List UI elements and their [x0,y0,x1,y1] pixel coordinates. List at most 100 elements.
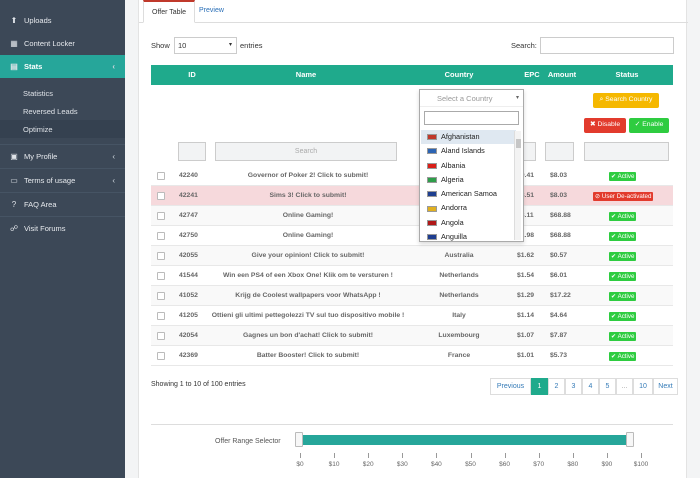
entries-select[interactable]: 10 ▾ [174,37,237,54]
header-amount[interactable]: Amount [542,65,582,85]
status-badge: ✔ Active [609,332,637,341]
table-row[interactable]: 42241 Sims 3! Click to submit! $8.51 $8.… [151,186,673,206]
sidebar-item-my-profile[interactable]: ▣ My Profile ‹ [0,145,125,168]
disable-button[interactable]: ✖ Disable [584,118,626,133]
dropdown-scrollbar[interactable] [514,131,521,240]
status-badge: ✔ Active [609,212,637,221]
pagination-page-4[interactable]: 4 [582,378,599,395]
search-country-button[interactable]: ⌕ Search Country [593,93,659,108]
chevron-left-icon: ‹ [112,62,115,71]
name-filter-input[interactable]: Search [215,142,397,161]
row-amount: $0.57 [550,252,568,259]
sidebar-subitem-statistics[interactable]: Statistics [0,84,125,102]
sidebar-item-forums[interactable]: ☍ Visit Forums [0,217,125,240]
flag-icon [427,219,437,226]
pagination-next[interactable]: Next [653,378,678,395]
tab-offer-table[interactable]: Offer Table [143,0,195,23]
range-tick-label: $10 [328,461,340,468]
stats-icon: ▤ [10,62,18,71]
table-row[interactable]: 42054 Gagnes un bon d'achat! Click to su… [151,326,673,346]
id-filter-input[interactable] [178,142,206,161]
tab-preview[interactable]: Preview [191,0,232,23]
row-checkbox[interactable] [157,332,165,340]
country-option[interactable]: Albania [421,159,516,173]
sidebar-item-terms[interactable]: ▭ Terms of usage ‹ [0,169,125,192]
range-tick-label: $70 [533,461,545,468]
table-row[interactable]: 41544 Win een PS4 of een Xbox One! Klik … [151,266,673,286]
row-checkbox[interactable] [157,252,165,260]
flag-icon [427,191,437,198]
sidebar-subitem-reversed-leads[interactable]: Reversed Leads [0,102,125,120]
row-amount: $4.64 [550,312,568,319]
pagination-page-1[interactable]: 1 [531,378,548,395]
search-input[interactable] [540,37,674,54]
pagination-page-10[interactable]: 10 [633,378,653,395]
table-row[interactable]: 41205 Ottieni gli ultimi pettegolezzi TV… [151,306,673,326]
table-row[interactable]: 42240 Governor of Poker 2! Click to subm… [151,166,673,186]
table-row[interactable]: 42055 Give your opinion! Click to submit… [151,246,673,266]
sidebar-item-content-locker[interactable]: ▦ Content Locker [0,32,125,55]
chevron-left-icon: ‹ [112,152,115,161]
country-option[interactable]: Anguilla [421,230,516,244]
row-checkbox[interactable] [157,312,165,320]
country-option[interactable]: Aland Islands [421,144,516,158]
row-id: 42055 [179,252,198,259]
filter-row: Search ⌕ Search Country ✖ Disable ✓ Enab… [151,85,673,167]
pagination-page-3[interactable]: 3 [565,378,582,395]
row-id: 42240 [179,172,198,179]
row-checkbox[interactable] [157,272,165,280]
range-track[interactable] [299,435,633,445]
pagination-page-5[interactable]: 5 [599,378,616,395]
pagination-previous[interactable]: Previous [490,378,531,395]
row-amount: $17.22 [550,292,571,299]
header-name[interactable]: Name [211,65,401,85]
header-id[interactable]: ID [179,65,205,85]
row-name: Ottieni gli ultimi pettegolezzi TV sul t… [211,312,405,319]
row-id: 42750 [179,232,198,239]
row-checkbox[interactable] [157,232,165,240]
table-row[interactable]: 42747 Online Gaming! $3.11 $68.88 ✔ Acti… [151,206,673,226]
sidebar-item-faq[interactable]: ? FAQ Area [0,193,125,216]
row-checkbox[interactable] [157,172,165,180]
divider [151,424,673,425]
sidebar-item-uploads[interactable]: ⬆ Uploads [0,9,125,32]
range-handle-max[interactable] [626,432,634,447]
table-row[interactable]: 42750 Online Gaming! $1.98 $68.88 ✔ Acti… [151,226,673,246]
table-row[interactable]: 41052 Krijg de Coolest wallpapers voor W… [151,286,673,306]
row-checkbox[interactable] [157,352,165,360]
status-badge: ⊘ User De-activated [593,192,654,201]
show-label: Show [151,41,170,50]
scrollbar-thumb[interactable] [516,139,521,148]
range-tick-label: $90 [601,461,613,468]
country-option[interactable]: Afghanistan [421,130,516,145]
row-name: Win een PS4 of een Xbox One! Klik om te … [223,272,393,279]
enable-button[interactable]: ✓ Enable [629,118,669,133]
row-checkbox[interactable] [157,212,165,220]
sidebar-subitem-optimize[interactable]: Optimize [0,120,125,138]
country-option[interactable]: Algeria [421,173,516,187]
country-select[interactable]: Select a Country ▾ [420,90,523,107]
row-checkbox[interactable] [157,292,165,300]
table-row[interactable]: 42369 Batter Booster! Click to submit! F… [151,346,673,366]
flag-icon [427,177,437,184]
amount-filter-input[interactable] [545,142,574,161]
pagination-page-2[interactable]: 2 [548,378,565,395]
range-tick-label: $30 [396,461,408,468]
country-search-input[interactable] [424,111,519,125]
row-country: Italy [452,312,466,319]
status-badge: ✔ Active [609,232,637,241]
country-dropdown[interactable]: Select a Country ▾ Afghanistan Aland Isl… [419,89,524,242]
row-checkbox[interactable] [157,192,165,200]
country-option[interactable]: American Samoa [421,187,516,201]
country-option[interactable]: Andorra [421,201,516,215]
header-status[interactable]: Status [597,65,657,85]
range-tick [402,453,404,458]
country-option[interactable]: Angola [421,216,516,230]
row-country: France [447,352,471,359]
status-filter-input[interactable] [584,142,669,161]
range-handle-min[interactable] [295,432,303,447]
header-country[interactable]: Country [427,65,491,85]
sidebar: ⬆ Uploads ▦ Content Locker ▤ Stats ‹ Sta… [0,0,125,478]
user-icon: ▣ [10,152,18,161]
sidebar-item-stats[interactable]: ▤ Stats ‹ [0,55,125,78]
